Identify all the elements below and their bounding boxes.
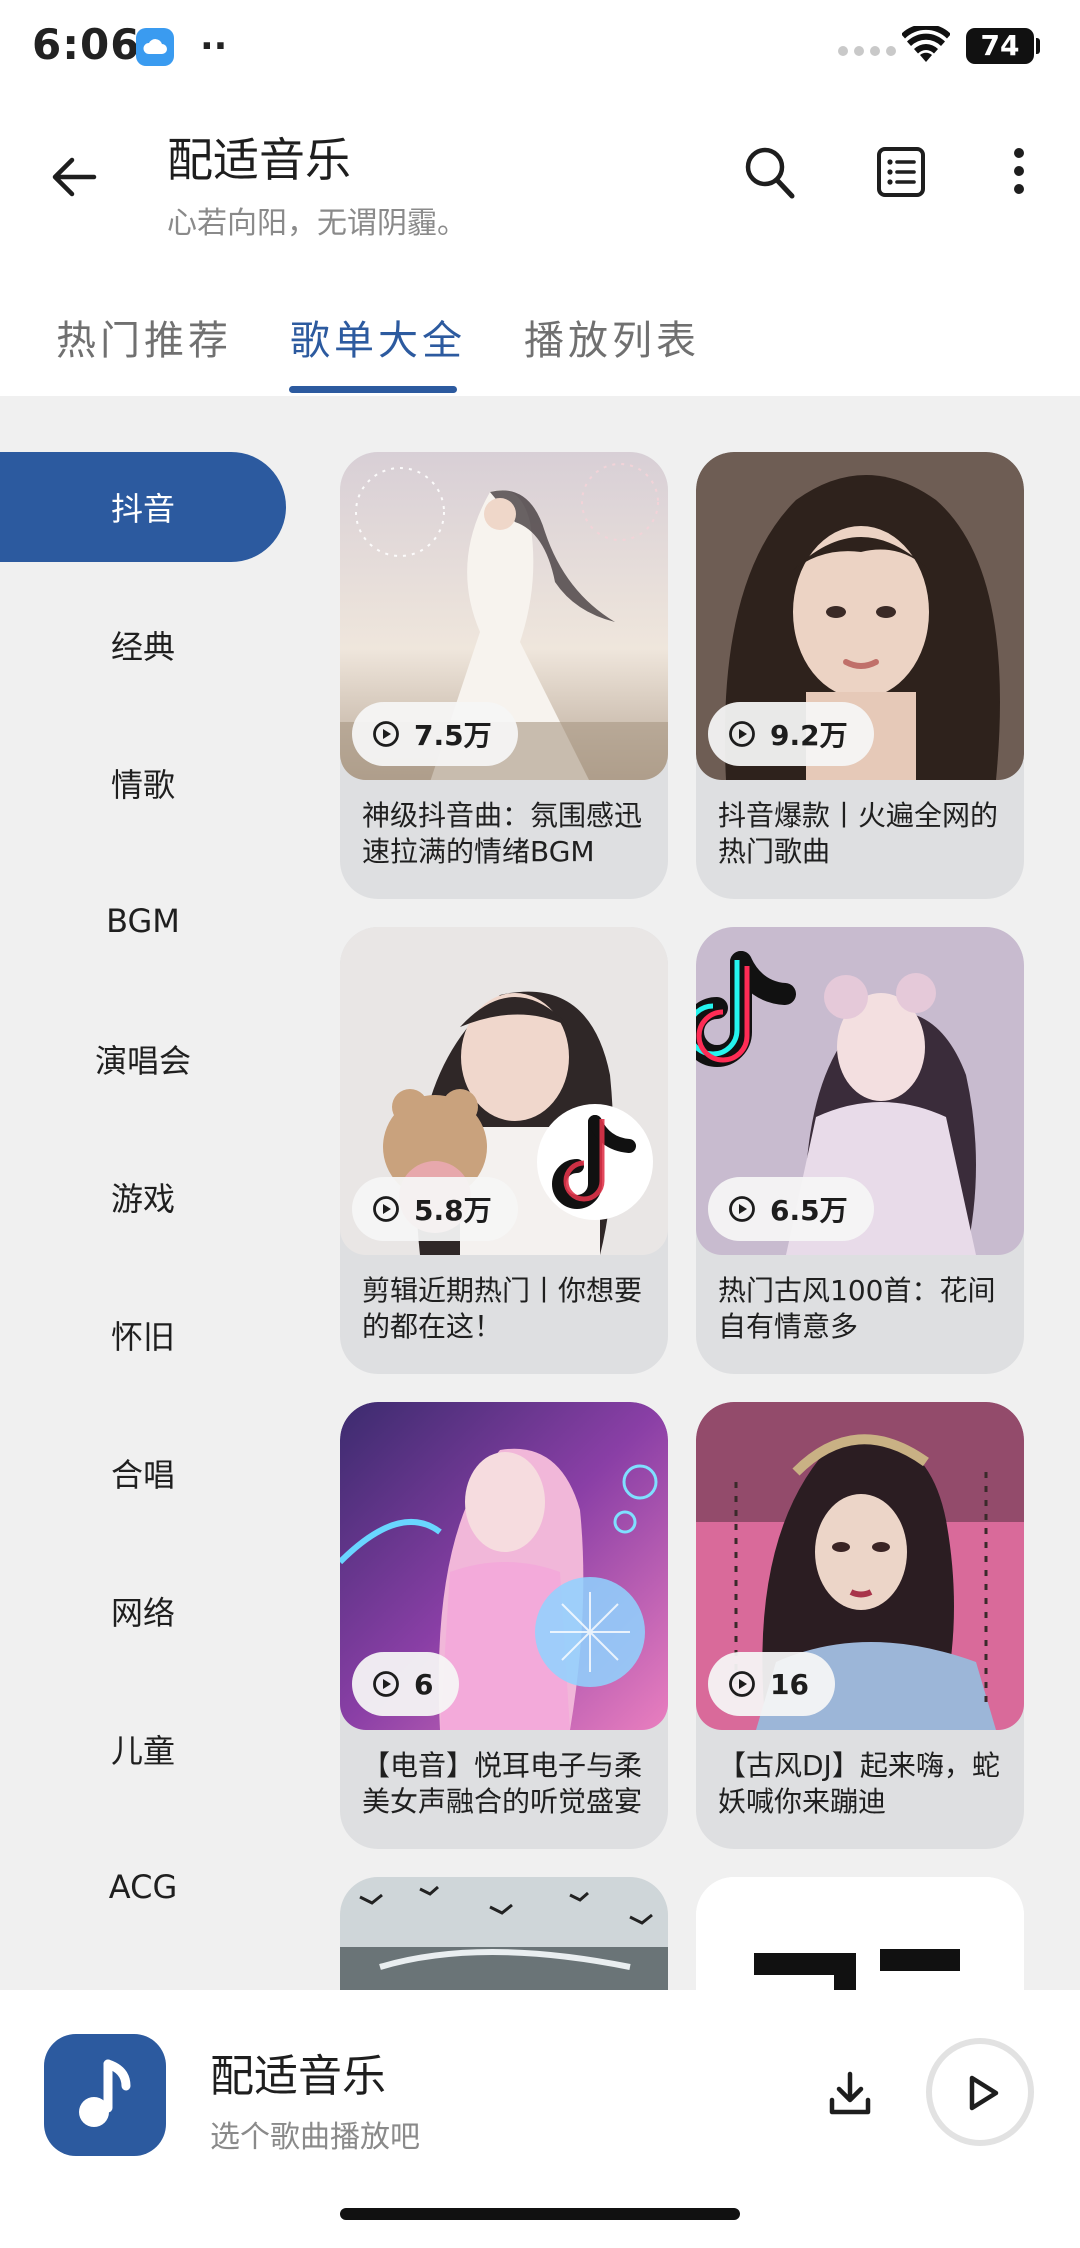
playlist-title: 剪辑近期热门丨你想要的都在这！ — [362, 1274, 643, 1343]
list-icon[interactable] — [876, 146, 926, 202]
player-title: 配适音乐 — [210, 2051, 386, 2102]
sidebar-item-internet[interactable]: 网络 — [0, 1556, 286, 1666]
play-count-badge: 6.5万 — [708, 1177, 874, 1241]
page-subtitle: 心若向阳，无谓阴霾。 — [167, 206, 467, 241]
playlist-title: 热门古风100首：花间自有情意多 — [718, 1274, 996, 1343]
content-area: 抖音 经典 情歌 BGM 演唱会 游戏 怀旧 合唱 网络 儿童 ACG 7.5万… — [0, 396, 1080, 1990]
playlist-card[interactable] — [340, 1877, 668, 1990]
signal-icon — [838, 46, 896, 56]
more-vert-icon[interactable] — [1012, 146, 1026, 200]
sidebar-item-concert[interactable]: 演唱会 — [0, 1004, 286, 1114]
app-header: 配适音乐 心若向阳，无谓阴霾。 — [0, 96, 1080, 256]
cloud-icon — [136, 28, 174, 66]
play-icon — [969, 2075, 999, 2111]
playlist-card[interactable] — [696, 1877, 1024, 1990]
playlist-card[interactable]: 7.5万 神级抖音曲：氛围感迅速拉满的情绪BGM — [340, 452, 668, 899]
sidebar-item-game[interactable]: 游戏 — [0, 1142, 286, 1252]
play-button[interactable] — [926, 2038, 1034, 2146]
sidebar-item-douyin[interactable]: 抖音 — [0, 452, 286, 562]
play-count: 16 — [770, 1667, 809, 1701]
play-count-badge: 6 — [352, 1652, 460, 1716]
playlist-card[interactable]: 6 【电音】悦耳电子与柔美女声融合的听觉盛宴 — [340, 1402, 668, 1849]
play-count: 5.8万 — [414, 1194, 492, 1227]
play-count-badge: 7.5万 — [352, 702, 518, 766]
status-bar: 6:06 ·· 74 — [0, 0, 1080, 96]
sidebar-item-nostalgia[interactable]: 怀旧 — [0, 1280, 286, 1390]
tab-play-queue[interactable]: 播放列表 — [524, 308, 700, 366]
search-icon[interactable] — [744, 146, 796, 206]
player-subtitle: 选个歌曲播放吧 — [210, 2120, 420, 2155]
page-title: 配适音乐 — [167, 133, 351, 187]
playlist-title: 【古风DJ】起来嗨，蛇妖喊你来蹦迪 — [718, 1749, 1000, 1818]
play-count-badge: 16 — [708, 1652, 835, 1716]
sidebar-item-children[interactable]: 儿童 — [0, 1694, 286, 1804]
tab-bar: 热门推荐 歌单大全 播放列表 — [0, 290, 1080, 396]
play-count: 6.5万 — [770, 1194, 848, 1227]
playlist-cover — [696, 1877, 1024, 1990]
playlist-cover — [340, 1877, 668, 1990]
play-count: 9.2万 — [770, 719, 848, 752]
battery-tip — [1036, 38, 1040, 54]
playlist-card[interactable]: 6.5万 热门古风100首：花间自有情意多 — [696, 927, 1024, 1374]
play-circle-icon — [729, 721, 755, 747]
back-arrow-icon[interactable] — [50, 156, 98, 202]
play-count: 6 — [414, 1667, 434, 1701]
sidebar-item-acg[interactable]: ACG — [0, 1832, 286, 1942]
download-icon[interactable] — [826, 2070, 874, 2122]
notification-dots: ·· — [200, 26, 228, 67]
tab-playlists[interactable]: 歌单大全 — [290, 308, 466, 366]
play-circle-icon — [373, 721, 399, 747]
playlist-title: 【电音】悦耳电子与柔美女声融合的听觉盛宴 — [362, 1749, 643, 1818]
sidebar-item-love-songs[interactable]: 情歌 — [0, 728, 286, 838]
play-count-badge: 9.2万 — [708, 702, 874, 766]
sidebar-item-bgm[interactable]: BGM — [0, 866, 286, 976]
play-circle-icon — [729, 1196, 755, 1222]
play-count: 7.5万 — [414, 719, 492, 752]
play-count-badge: 5.8万 — [352, 1177, 518, 1241]
music-note-icon[interactable] — [44, 2034, 166, 2156]
play-circle-icon — [373, 1671, 399, 1697]
sidebar-item-chorus[interactable]: 合唱 — [0, 1418, 286, 1528]
playlist-title: 神级抖音曲：氛围感迅速拉满的情绪BGM — [362, 799, 643, 868]
mini-player[interactable]: 配适音乐 选个歌曲播放吧 — [0, 1990, 1080, 2248]
play-circle-icon — [373, 1196, 399, 1222]
active-tab-indicator — [289, 386, 457, 393]
playlist-card[interactable]: 16 【古风DJ】起来嗨，蛇妖喊你来蹦迪 — [696, 1402, 1024, 1849]
play-circle-icon — [729, 1671, 755, 1697]
battery-icon: 74 — [966, 28, 1034, 64]
playlist-title: 抖音爆款丨火遍全网的热门歌曲 — [718, 799, 999, 868]
tab-hot-recommend[interactable]: 热门推荐 — [56, 308, 232, 366]
sidebar-item-classic[interactable]: 经典 — [0, 590, 286, 700]
home-indicator[interactable] — [340, 2208, 740, 2220]
playlist-card[interactable]: 9.2万 抖音爆款丨火遍全网的热门歌曲 — [696, 452, 1024, 899]
status-time: 6:06 — [32, 20, 141, 69]
playlist-card[interactable]: 5.8万 剪辑近期热门丨你想要的都在这！ — [340, 927, 668, 1374]
wifi-icon — [901, 23, 951, 68]
